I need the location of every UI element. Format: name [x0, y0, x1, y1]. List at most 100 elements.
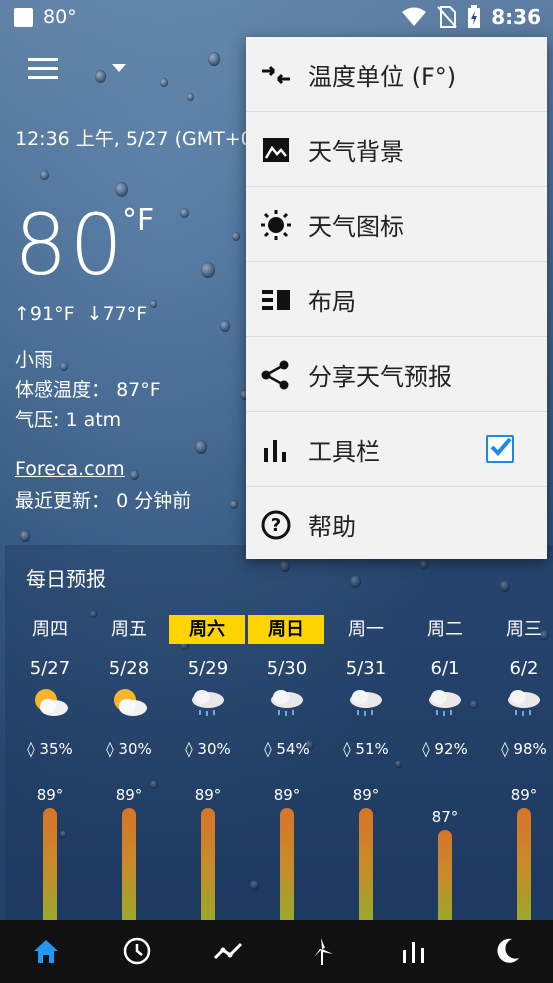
no-sim-icon [437, 6, 457, 28]
toolbar-checkbox[interactable] [486, 435, 514, 463]
temperature-unit: °F [122, 203, 155, 238]
day-name[interactable]: 周一 [328, 615, 404, 644]
day-date: 5/27 [29, 658, 71, 679]
day-name[interactable]: 周日 [248, 615, 324, 644]
day-date: 5/31 [345, 658, 387, 679]
menu-label: 分享天气预报 [308, 363, 452, 391]
temperature-bar [438, 830, 452, 920]
raindrop [187, 93, 194, 102]
swap-arrows-icon [262, 65, 290, 85]
current-temperature: 80 [14, 196, 125, 294]
wind-turbine-icon[interactable] [307, 936, 337, 966]
layout-icon [262, 290, 290, 310]
precip-chance: ◊ 30% [106, 740, 152, 758]
menu-label: 温度单位 (F°) [308, 63, 457, 91]
high-temp-label: 89° [273, 786, 301, 804]
status-bar: 80° 8:36 [0, 0, 553, 36]
wifi-icon [402, 7, 427, 26]
location-dropdown-caret[interactable] [112, 64, 126, 72]
day-name[interactable]: 周五 [91, 615, 167, 644]
menu-item-weather-background[interactable]: 天气背景 [246, 112, 547, 187]
precip-chance: ◊ 98% [501, 740, 547, 758]
raindrop-outline-icon: ◊ [27, 740, 35, 758]
day-name[interactable]: 周三 [486, 615, 553, 644]
svg-text:?: ? [271, 515, 281, 536]
temperature-bar [359, 808, 373, 920]
partly-sunny-icon [114, 689, 147, 716]
trend-icon[interactable] [213, 936, 243, 966]
daily-forecast-title: 每日预报 [26, 567, 106, 591]
share-icon [261, 360, 289, 390]
menu-label: 布局 [308, 288, 356, 316]
raindrop [150, 300, 157, 309]
high-temp-label: 89° [115, 786, 143, 804]
precip-chance: ◊ 30% [185, 740, 231, 758]
raindrop [208, 52, 220, 66]
raindrop-outline-icon: ◊ [185, 740, 193, 758]
raindrop-outline-icon: ◊ [501, 740, 509, 758]
temperature-bar [43, 808, 57, 920]
cloud-rain-icon [508, 690, 540, 716]
precip-chance: ◊ 35% [27, 740, 73, 758]
condition-text: 小雨 [15, 349, 54, 371]
day-date: 6/1 [430, 658, 460, 679]
temperature-bar [517, 808, 531, 920]
source-link[interactable]: Foreca.com [15, 458, 125, 480]
partly-sunny-icon [35, 689, 68, 716]
moon-icon[interactable] [492, 936, 522, 966]
image-icon [263, 138, 289, 162]
sun-icon [261, 210, 291, 240]
high-temp: 91°F [29, 303, 75, 325]
help-icon: ? [261, 510, 291, 540]
day-date: 5/28 [108, 658, 150, 679]
day-date: 6/2 [509, 658, 539, 679]
menu-item-temperature-unit[interactable]: 温度单位 (F°) [246, 37, 547, 112]
precip-chance: ◊ 54% [264, 740, 310, 758]
menu-label: 天气背景 [308, 138, 404, 166]
menu-item-help[interactable]: ? 帮助 [246, 487, 547, 561]
low-temp: 77°F [102, 303, 148, 325]
temperature-bar [122, 808, 136, 920]
overflow-menu: 温度单位 (F°) 天气背景 天气图标 布局 分享天气预报 工具栏 ? 帮助 [246, 37, 547, 559]
temperature-bar [280, 808, 294, 920]
cloud-rain-icon [429, 690, 461, 716]
raindrop [201, 262, 215, 279]
notification-icon [14, 7, 33, 27]
raindrop-outline-icon: ◊ [343, 740, 351, 758]
last-updated: 最近更新： 0 分钟前 [15, 490, 192, 512]
menu-item-weather-icons[interactable]: 天气图标 [246, 187, 547, 262]
high-temp-label: 89° [194, 786, 222, 804]
status-temp: 80° [43, 6, 77, 28]
day-name[interactable]: 周二 [407, 615, 483, 644]
raindrop [95, 70, 106, 83]
menu-label: 帮助 [308, 513, 356, 541]
cloud-rain-icon [271, 690, 303, 716]
arrow-up-icon: ↑ [14, 303, 30, 325]
day-date: 5/29 [187, 658, 229, 679]
bars-icon[interactable] [399, 936, 429, 966]
precip-chance: ◊ 51% [343, 740, 389, 758]
status-time: 8:36 [491, 5, 541, 29]
day-name[interactable]: 周四 [12, 615, 88, 644]
raindrop [220, 320, 230, 332]
precip-chance: ◊ 92% [422, 740, 468, 758]
high-temp-label: 89° [352, 786, 380, 804]
bottom-navigation [0, 920, 553, 983]
cloud-rain-icon [350, 690, 382, 716]
check-icon [490, 437, 512, 456]
raindrop [195, 440, 207, 454]
local-datetime: 12:36 上午, 5/27 (GMT+0 [15, 128, 253, 150]
raindrop [20, 530, 30, 542]
home-icon[interactable] [31, 936, 61, 966]
hamburger-menu-button[interactable] [28, 58, 58, 80]
menu-item-layout[interactable]: 布局 [246, 262, 547, 337]
high-low-temps: ↑91°F ↓77°F [14, 303, 147, 325]
menu-item-toolbar[interactable]: 工具栏 [246, 412, 547, 487]
cloud-rain-icon [192, 690, 224, 716]
day-name[interactable]: 周六 [169, 615, 245, 644]
menu-item-share[interactable]: 分享天气预报 [246, 337, 547, 412]
high-temp-label: 87° [431, 808, 459, 826]
clock-icon[interactable] [122, 936, 152, 966]
day-date: 5/30 [266, 658, 308, 679]
high-temp-label: 89° [36, 786, 64, 804]
